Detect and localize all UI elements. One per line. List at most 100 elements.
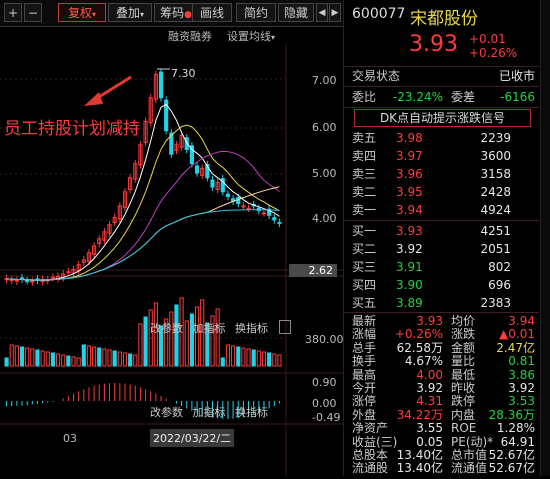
order-level-label: 买三 [352,260,377,274]
volume-bar [9,344,14,367]
zoom-in-button[interactable]: + [4,3,22,22]
dk-signal-button[interactable]: DK点自动提示涨跌信号 [354,109,531,127]
red-dot-icon: ● [184,10,192,20]
buy-row[interactable]: 买三 3.91 802 [344,258,539,276]
stat-row: 最新 3.93 均价 3.94 [344,314,539,328]
candle-body [194,165,200,174]
stat-value: 3.94 [508,314,535,328]
stat-label: 收益(三) [352,434,398,449]
order-price: 3.89 [396,296,423,310]
stat-label: 涨幅 [352,327,377,342]
macd-toolbar: 改参数 加指标 换指标 [150,404,268,420]
yincang-button[interactable]: 隐藏 [278,3,314,22]
right-arrow-icon[interactable]: ▶ [329,3,341,22]
stat-value: 3.92 [508,381,535,395]
stat-row: 净资产 3.55 ROE 1.28% [344,421,539,435]
buy-row[interactable]: 买一 3.93 4251 [344,222,539,240]
vol-panel-toggle[interactable] [279,320,291,334]
candle-body [241,205,246,208]
volume-tick: 380.00 [305,333,344,346]
stat-value: 64.91 [500,434,535,449]
order-volume: 2383 [480,296,511,310]
chart-subbar: 融资融券 设置均线▾ [0,26,343,44]
vol-add-button[interactable]: 加指标 [193,322,226,335]
price-tick: 4.00 [312,212,337,225]
volume-bar [4,357,9,367]
volume-bar [19,346,25,367]
candle-body [210,179,215,188]
candle-body [66,271,71,274]
volume-bar [128,353,133,367]
stat-value: 1.28% [496,421,535,436]
stat-value: 52.67亿 [488,448,535,462]
macd-add-button[interactable]: 加指标 [193,406,226,419]
stat-row: 收益(三) 0.05 PE(动)* 64.91 [344,435,539,449]
sell-row[interactable]: 卖五 3.98 2239 [344,129,539,147]
buy-row[interactable]: 买二 3.92 2051 [344,240,539,258]
stat-label: 总手 [352,340,377,355]
weicha-value: -6166 [500,90,535,104]
volume-bar [277,354,282,367]
ratio-row: 委比 -23.24% 委差 -6166 [344,88,539,106]
zoom-out-button[interactable]: − [24,3,42,22]
stat-value: 52.67亿 [488,461,535,476]
date-crosshair-label: 2022/03/22/二 [150,429,235,447]
buy-row[interactable]: 买四 3.90 696 [344,276,539,294]
candle-body [158,71,164,99]
stat-value: +0.26% [394,327,443,342]
jianyue-button[interactable]: 简约 [236,3,276,22]
left-arrow-icon[interactable]: ◀ [316,3,328,22]
sell-row[interactable]: 卖四 3.97 3600 [344,147,539,165]
order-price: 3.97 [396,149,423,163]
fuquan-button[interactable]: 复权▾ [58,3,106,22]
diejia-button[interactable]: 叠加▾ [108,3,152,22]
stat-row: 流通股 13.40亿 流通值 52.67亿 [344,461,539,475]
volume-bar [97,347,102,367]
stat-value: 62.58万 [396,340,443,355]
volume-bar [50,352,55,367]
order-volume: 4251 [480,224,511,238]
candle-body [9,279,14,282]
volume-bar [66,355,71,367]
volume-bar [117,351,122,367]
volume-bar [267,352,272,367]
chouma-label: 筹码 [160,6,185,20]
volume-bar [261,351,267,367]
stat-label: 量比 [451,354,476,369]
sell-row[interactable]: 卖一 3.94 4924 [344,201,539,219]
stat-label: 金额 [451,340,476,355]
macd-tick: 0.00 [312,397,337,410]
vol-param-button[interactable]: 改参数 [150,322,183,335]
order-level-label: 买四 [352,278,377,292]
sell-row[interactable]: 卖二 3.95 2428 [344,183,539,201]
order-level-label: 卖二 [352,185,377,199]
volume-bar [81,344,86,367]
buy-row[interactable]: 买五 3.89 2383 [344,294,539,312]
vol-switch-button[interactable]: 换指标 [235,322,268,335]
volume-bar [215,308,220,367]
volume-bar [272,353,277,367]
stat-value: 3.86 [508,367,535,382]
junxian-link[interactable]: 设置均线▾ [227,28,275,44]
annotation-text: 员工持股计划减持 [4,119,140,139]
order-volume: 3600 [480,149,511,163]
side-strip[interactable] [540,0,550,476]
macd-switch-button[interactable]: 换指标 [235,406,268,419]
volume-bar [71,356,76,367]
order-level-label: 卖一 [352,203,377,217]
macd-param-button[interactable]: 改参数 [150,406,183,419]
order-price: 3.91 [396,260,423,274]
stock-name: 宋都股份 [410,9,478,29]
stock-code: 600077 [352,6,406,22]
stat-label: 涨停 [352,394,377,409]
rongzi-link[interactable]: 融资融券 [168,28,212,44]
kline-chart[interactable]: 7.30 员工持股计划减持 7.00 6.00 5.00 4.00 2.62 改… [0,44,344,476]
sell-row[interactable]: 卖三 3.96 3158 [344,165,539,183]
huaxian-button[interactable]: 画线 [192,3,232,22]
order-price: 3.98 [396,131,423,145]
candle-body [225,193,231,197]
macd-tick: -0.49 [312,411,341,424]
order-level-label: 买五 [352,296,377,310]
order-level-label: 卖五 [352,131,377,145]
stat-label: 换手 [352,354,377,369]
